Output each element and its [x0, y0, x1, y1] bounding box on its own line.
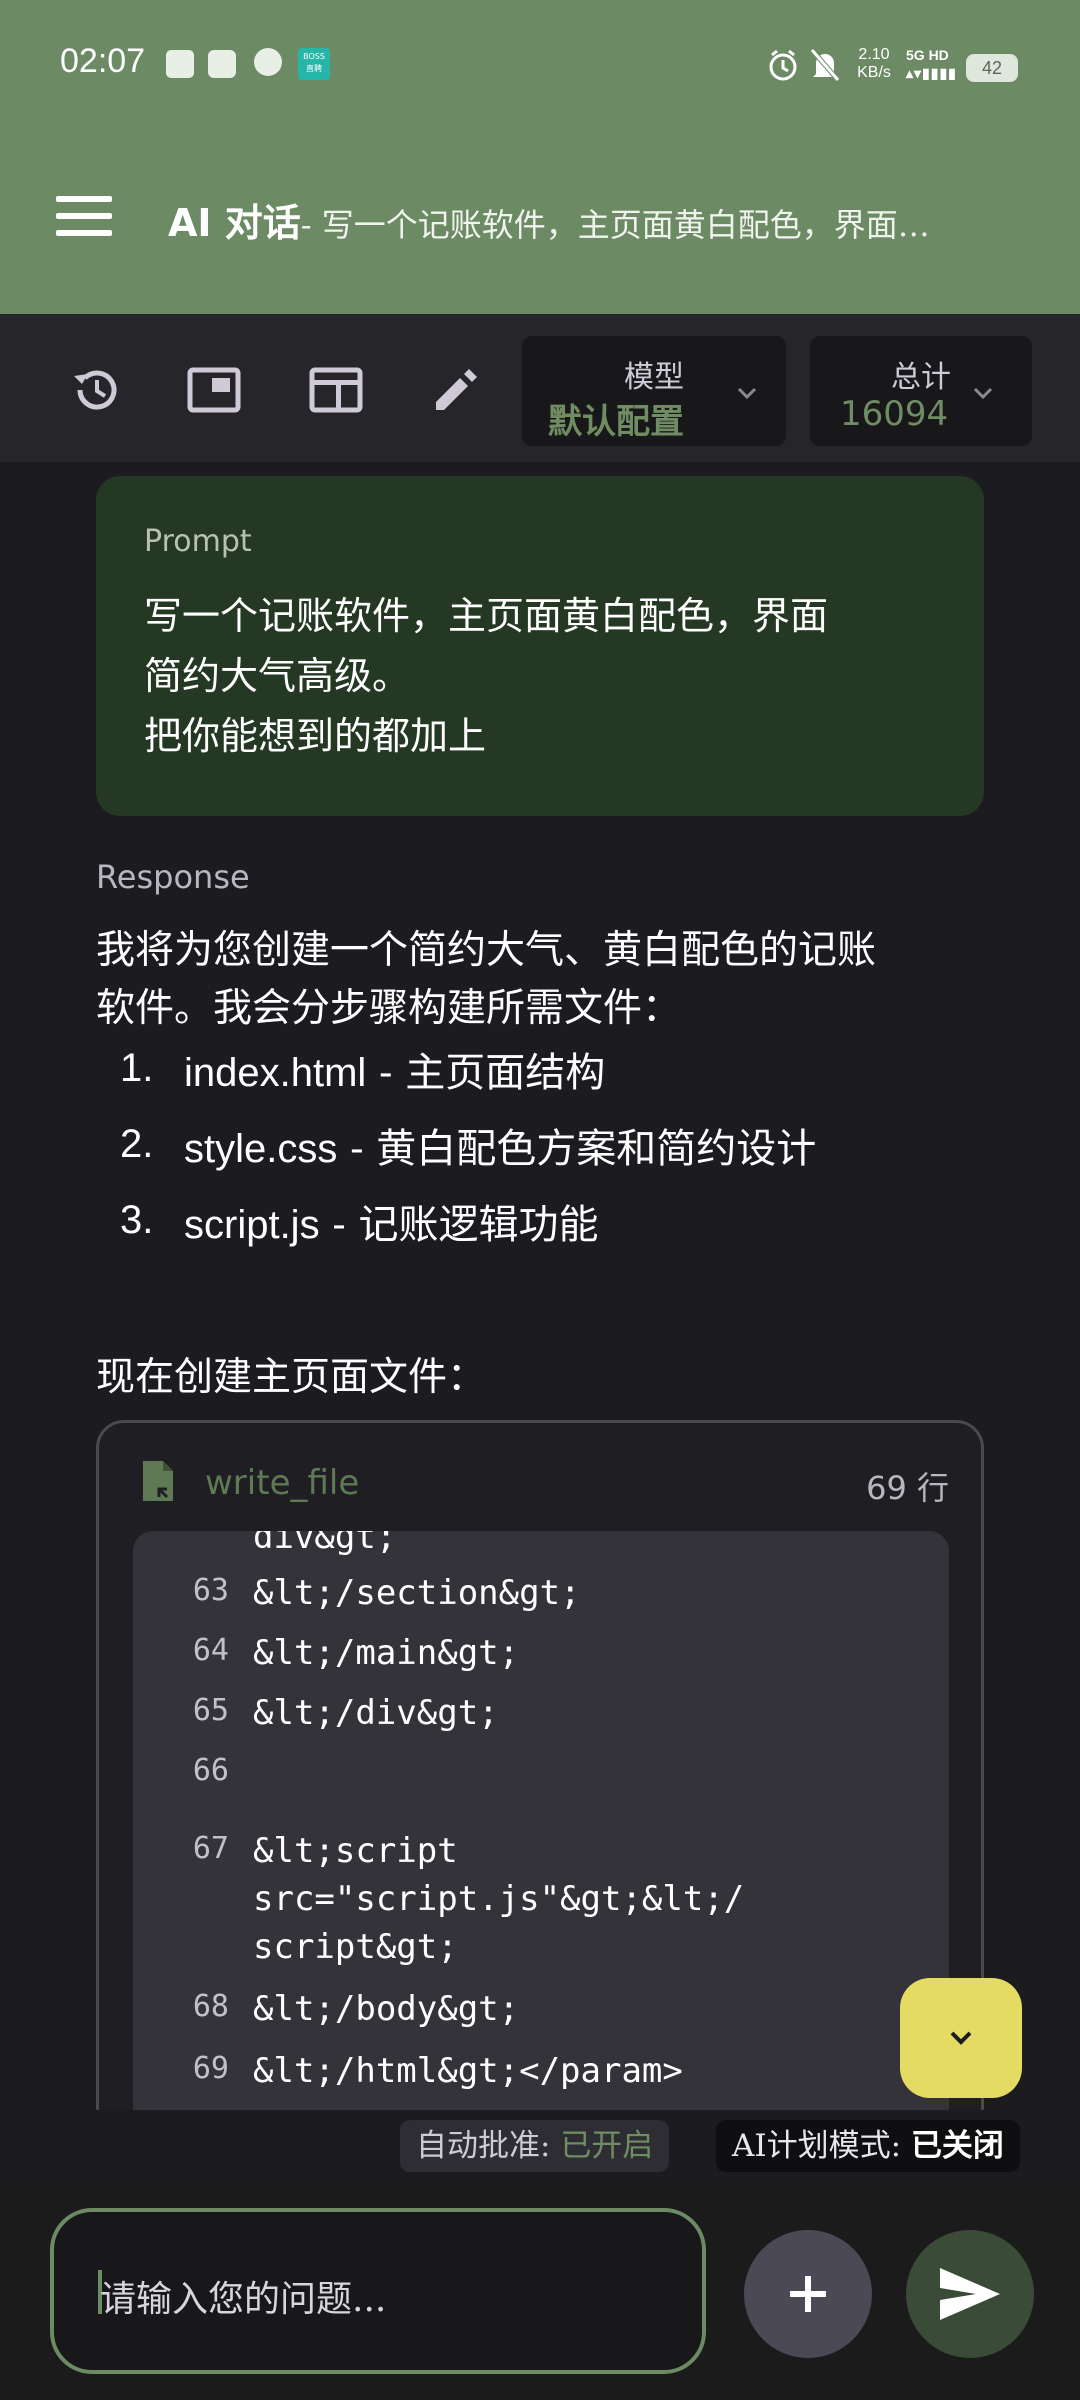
- chevron-down-icon: [737, 387, 757, 400]
- total-selector[interactable]: 总计 16094: [810, 336, 1032, 446]
- toolbar: 模型 默认配置 总计 16094: [0, 314, 1080, 462]
- plan-mode-chip[interactable]: AI计划模式: 已关闭: [716, 2120, 1020, 2172]
- total-value: 16094: [840, 394, 949, 434]
- page-title: AI 对话- 写一个记账软件，主页面黄白配色，界面…: [168, 192, 1048, 247]
- send-button[interactable]: [906, 2230, 1034, 2358]
- model-value: 默认配置: [548, 402, 684, 442]
- app-header: 02:07 BOSS 直聘 2.10 KB/s 5G HD ▴▾▮▮▮▮ 42: [0, 0, 1080, 314]
- menu-button[interactable]: [56, 196, 112, 240]
- list-item: 1. index.html - 主页面结构: [120, 1046, 606, 1096]
- history-icon[interactable]: [68, 362, 124, 418]
- chevron-down-icon: [973, 387, 993, 400]
- bottom-panel: 自动批准: 已开启 AI计划模式: 已关闭 请输入您的问题...: [0, 2110, 1080, 2400]
- message-icon: [254, 48, 282, 76]
- net-speed: 2.10 KB/s: [857, 46, 891, 81]
- picture-in-picture-icon[interactable]: [186, 362, 242, 418]
- chat-content[interactable]: Prompt 写一个记账软件，主页面黄白配色，界面 简约大气高级。 把你能想到的…: [0, 462, 1080, 2110]
- boss-app-icon: BOSS 直聘: [298, 48, 330, 80]
- status-bar: 02:07 BOSS 直聘 2.10 KB/s 5G HD ▴▾▮▮▮▮ 42: [0, 40, 1080, 90]
- file-write-icon: [143, 1461, 173, 1501]
- add-button[interactable]: [744, 2230, 872, 2358]
- code-block[interactable]: div&gt; 63 &lt;/section&gt; 64 &lt;/main&g…: [133, 1531, 949, 2110]
- auto-approve-chip[interactable]: 自动批准: 已开启: [400, 2120, 670, 2172]
- layout-icon[interactable]: [308, 362, 364, 418]
- mute-bell-icon: [810, 48, 840, 82]
- response-now-text: 现在创建主页面文件：: [96, 1355, 487, 1400]
- write-file-card[interactable]: write_file 69 行 div&gt; 63 &lt;/section&g…: [96, 1420, 984, 2110]
- total-label: 总计: [891, 360, 951, 395]
- question-input[interactable]: 请输入您的问题...: [50, 2208, 706, 2374]
- input-placeholder: 请输入您的问题...: [100, 2279, 387, 2320]
- response-label: Response: [96, 858, 250, 896]
- chevron-down-icon: [950, 2031, 972, 2045]
- file-list: 1. index.html - 主页面结构 2. style.css - 黄白配…: [120, 1040, 1040, 1268]
- scroll-down-button[interactable]: [900, 1978, 1022, 2098]
- file-name: write_file: [205, 1463, 360, 1503]
- title-subtitle: - 写一个记账软件，主页面黄白配色，界面…: [300, 206, 930, 244]
- title-main: AI 对话: [168, 201, 301, 245]
- notification-icon: [208, 50, 236, 78]
- plus-icon: [790, 2276, 826, 2312]
- prompt-text: 写一个记账软件，主页面黄白配色，界面 简约大气高级。 把你能想到的都加上: [144, 594, 829, 758]
- list-item: 3. script.js - 记账逻辑功能: [120, 1198, 599, 1248]
- signal-indicator: 5G HD ▴▾▮▮▮▮: [906, 47, 957, 81]
- send-icon: [940, 2268, 1000, 2320]
- status-time: 02:07: [60, 42, 146, 80]
- list-item: 2. style.css - 黄白配色方案和简约设计: [120, 1122, 817, 1172]
- model-selector[interactable]: 模型 默认配置: [522, 336, 786, 446]
- document-icon: [166, 50, 194, 78]
- prompt-label: Prompt: [144, 524, 252, 559]
- alarm-icon: [769, 49, 797, 81]
- response-intro: 我将为您创建一个简约大气、黄白配色的记账 软件。我会分步骤构建所需文件：: [96, 928, 877, 1031]
- prompt-card: Prompt 写一个记账软件，主页面黄白配色，界面 简约大气高级。 把你能想到的…: [96, 476, 984, 816]
- file-line-count: 69 行: [866, 1469, 949, 1507]
- edit-pencil-icon[interactable]: [428, 362, 484, 418]
- battery-indicator: 42: [966, 54, 1018, 82]
